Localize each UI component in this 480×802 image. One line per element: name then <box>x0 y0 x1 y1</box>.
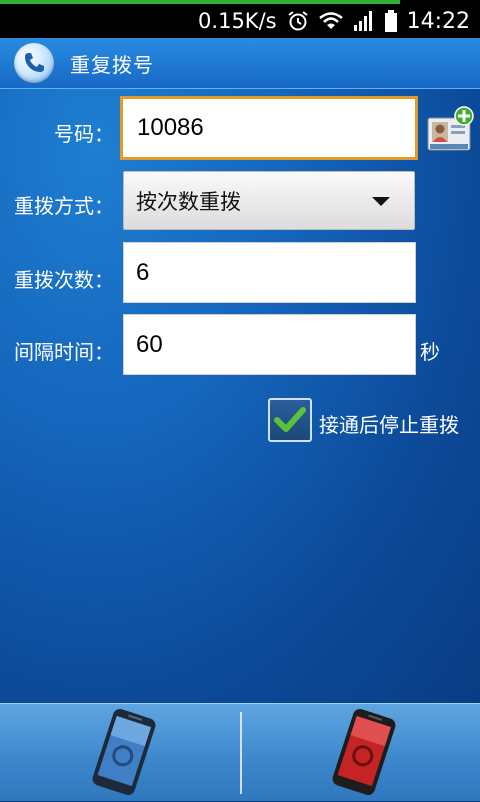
interval-input[interactable]: 60 <box>123 314 416 375</box>
number-label: 号码： <box>54 122 114 146</box>
bottom-action-bar <box>0 703 480 801</box>
divider <box>240 712 242 794</box>
clock: 14:22 <box>406 8 470 34</box>
phone-handset-icon <box>14 43 54 83</box>
redial-mode-select[interactable]: 按次数重拨 <box>123 171 415 230</box>
stop-on-connect-checkbox[interactable] <box>268 398 312 442</box>
progress-line <box>0 0 400 4</box>
battery-icon <box>384 10 397 32</box>
signal-icon <box>353 11 375 31</box>
stop-dial-button[interactable] <box>324 706 404 798</box>
title-bar: 重复拨号 <box>0 38 480 89</box>
main-panel: 号码： 10086 重拨方式： 按次数重拨 重拨次数： 6 间隔时间： 60 秒… <box>0 89 480 703</box>
redial-count-input[interactable]: 6 <box>123 242 416 303</box>
redial-mode-value: 按次数重拨 <box>136 189 241 214</box>
add-contact-icon <box>427 106 474 151</box>
page-title: 重复拨号 <box>70 52 154 77</box>
stop-on-connect-label[interactable]: 接通后停止重拨 <box>319 409 459 438</box>
red-phone-icon <box>332 708 396 796</box>
chevron-down-icon <box>372 196 390 206</box>
contact-picker-button[interactable] <box>426 106 476 152</box>
interval-label: 间隔时间： <box>14 340 114 364</box>
status-icons: 0.15K/s 14:22 <box>198 6 470 36</box>
alarm-icon <box>287 10 309 32</box>
mode-label: 重拨方式： <box>14 194 114 218</box>
interval-unit: 秒 <box>420 340 440 364</box>
wifi-icon <box>318 11 343 31</box>
net-speed: 0.15K/s <box>198 9 277 33</box>
count-label: 重拨次数： <box>14 268 114 292</box>
blue-phone-icon <box>92 708 156 796</box>
number-input[interactable]: 10086 <box>120 96 418 160</box>
status-bar: 0.15K/s 14:22 <box>0 0 480 38</box>
start-dial-button[interactable] <box>84 706 164 798</box>
checkmark-icon <box>274 407 306 432</box>
